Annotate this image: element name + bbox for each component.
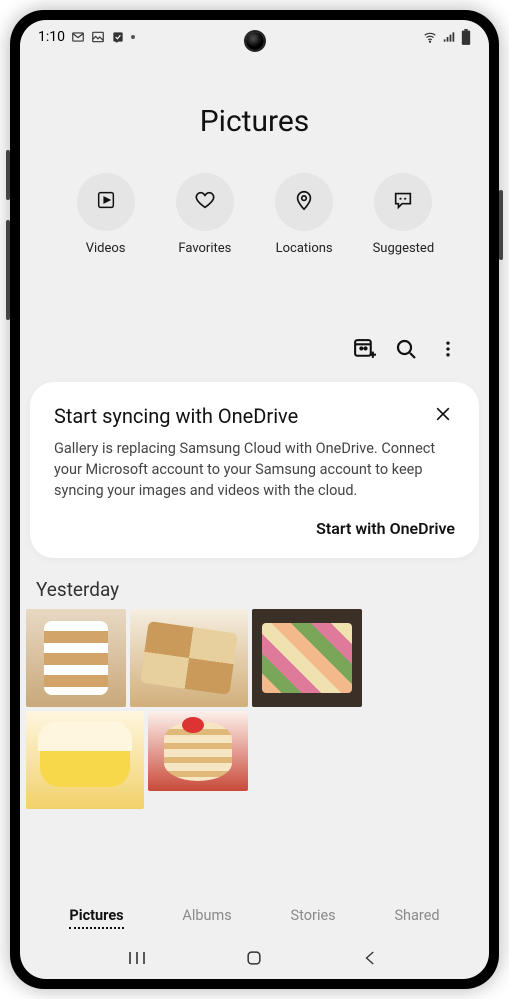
- shortcut-label: Locations: [276, 241, 333, 256]
- clock: 1:10: [38, 29, 65, 45]
- section-label-yesterday: Yesterday: [20, 572, 489, 609]
- photo-thumbnail[interactable]: [130, 609, 248, 707]
- card-title: Start syncing with OneDrive: [54, 404, 298, 428]
- gallery-header: Pictures Videos Favo: [20, 54, 489, 296]
- image-icon: [91, 30, 105, 44]
- more-button[interactable]: [435, 336, 461, 362]
- play-icon: [95, 189, 117, 215]
- photo-thumbnail[interactable]: [252, 609, 362, 707]
- bubble-icon: [392, 189, 414, 215]
- photo-grid: [20, 609, 489, 809]
- shortcut-suggested[interactable]: Suggested: [363, 173, 443, 256]
- pin-icon: [293, 189, 315, 215]
- search-button[interactable]: [393, 336, 419, 362]
- bixby-button[interactable]: [6, 150, 10, 200]
- tab-albums[interactable]: Albums: [182, 907, 231, 929]
- wifi-icon: [423, 30, 437, 44]
- onedrive-card: Start syncing with OneDrive Gallery is r…: [30, 382, 479, 558]
- shortcut-favorites[interactable]: Favorites: [165, 173, 245, 256]
- front-camera: [246, 32, 264, 50]
- photo-thumbnail[interactable]: [26, 711, 144, 809]
- volume-button[interactable]: [6, 220, 10, 320]
- create-button[interactable]: [351, 336, 377, 362]
- gmail-icon: [71, 30, 85, 44]
- screen: 1:10: [20, 20, 489, 979]
- close-button[interactable]: [433, 404, 455, 426]
- tab-stories[interactable]: Stories: [291, 907, 336, 929]
- card-body: Gallery is replacing Samsung Cloud with …: [54, 438, 455, 501]
- photo-thumbnail[interactable]: [26, 609, 126, 707]
- system-nav-bar: [20, 937, 489, 979]
- back-button[interactable]: [360, 947, 382, 969]
- tab-shared[interactable]: Shared: [394, 907, 439, 929]
- battery-icon: [461, 29, 471, 45]
- page-title: Pictures: [40, 104, 469, 139]
- phone-frame: 1:10: [10, 10, 499, 989]
- check-icon: [111, 30, 125, 44]
- more-notifications-dot: [131, 35, 135, 39]
- shortcut-videos[interactable]: Videos: [66, 173, 146, 256]
- recent-apps-button[interactable]: [127, 947, 149, 969]
- home-button[interactable]: [243, 947, 265, 969]
- signal-icon: [442, 30, 456, 44]
- tab-pictures[interactable]: Pictures: [69, 907, 123, 929]
- shortcut-label: Favorites: [178, 241, 231, 256]
- heart-icon: [194, 189, 216, 215]
- photo-thumbnail[interactable]: [148, 711, 248, 791]
- shortcut-label: Suggested: [373, 241, 435, 256]
- shortcut-label: Videos: [86, 241, 126, 256]
- power-button[interactable]: [499, 190, 503, 260]
- shortcut-locations[interactable]: Locations: [264, 173, 344, 256]
- action-row: [20, 296, 489, 374]
- start-onedrive-button[interactable]: Start with OneDrive: [54, 519, 455, 538]
- bottom-tabs: Pictures Albums Stories Shared: [20, 885, 489, 937]
